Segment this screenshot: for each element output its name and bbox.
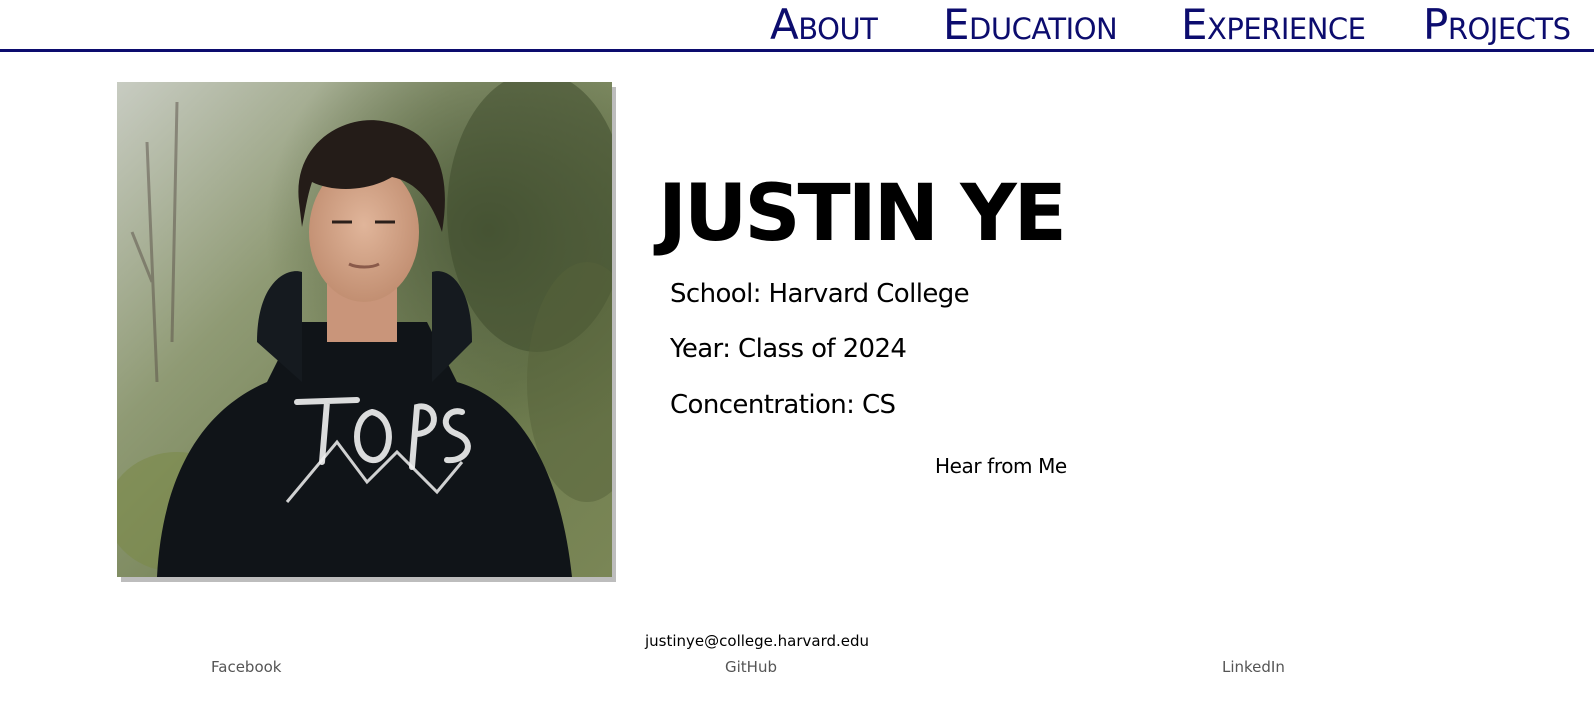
profile-photo	[117, 82, 612, 577]
nav-education-link[interactable]: Education	[943, 3, 1118, 47]
nav-experience-link[interactable]: Experience	[1181, 3, 1366, 47]
facebook-link[interactable]: Facebook	[211, 658, 281, 676]
hear-from-me-link[interactable]: Hear from Me	[935, 454, 1067, 478]
nav-projects-link[interactable]: Projects	[1423, 3, 1571, 47]
github-link[interactable]: GitHub	[725, 658, 777, 676]
profile-concentration: Concentration: CS	[670, 390, 896, 420]
linkedin-link[interactable]: LinkedIn	[1222, 658, 1285, 676]
top-nav: About Education Experience Projects	[0, 0, 1594, 52]
profile-year: Year: Class of 2024	[670, 334, 907, 364]
email-link[interactable]: justinye@college.harvard.edu	[645, 632, 869, 650]
profile-school: School: Harvard College	[670, 279, 970, 309]
profile-name: JUSTIN YE	[658, 169, 1067, 259]
nav-about-link[interactable]: About	[770, 3, 878, 47]
